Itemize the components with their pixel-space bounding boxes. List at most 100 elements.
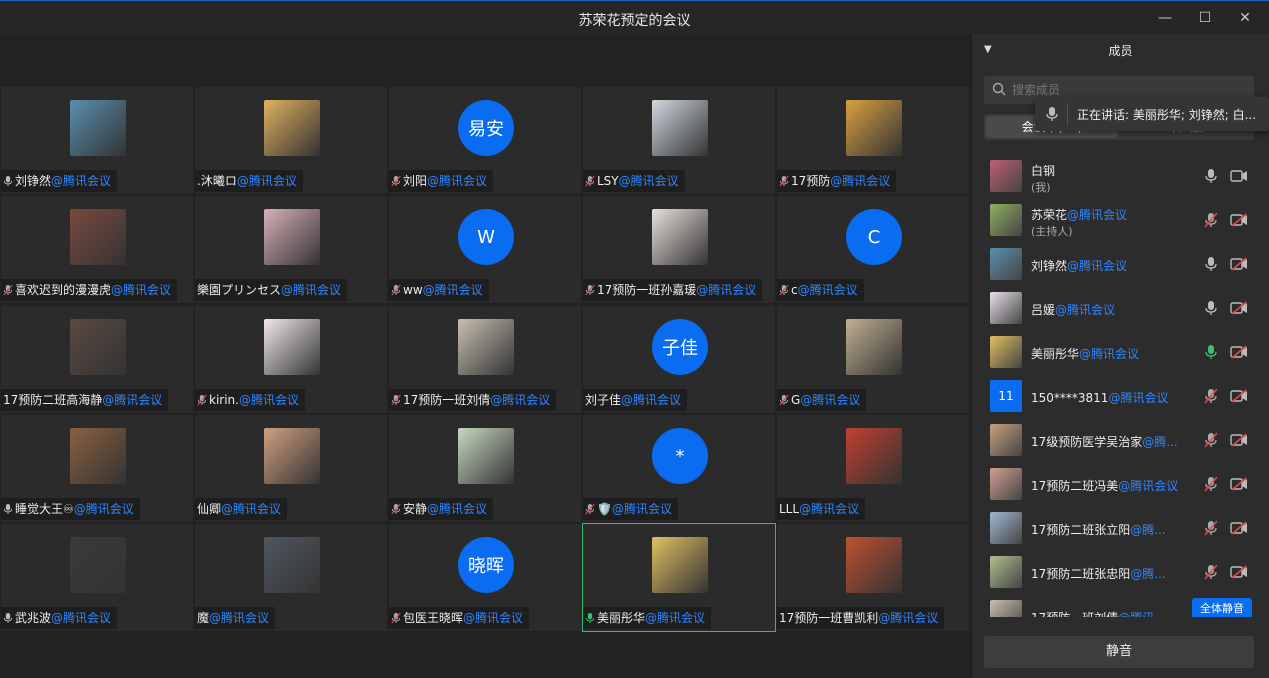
camera-icon[interactable] [1230,213,1248,227]
video-tile[interactable]: 17预防一班曹凯利@腾讯会议 [776,523,970,632]
video-tile[interactable]: Cc@腾讯会议 [776,195,970,304]
avatar [70,428,126,484]
video-tile[interactable]: LSY@腾讯会议 [582,86,776,195]
maximize-icon[interactable]: ☐ [1196,9,1214,27]
avatar [652,209,708,265]
org-suffix: @腾讯会议 [830,174,891,188]
camera-icon[interactable] [1230,433,1248,447]
mic-icon[interactable] [1204,300,1218,316]
mic-icon[interactable] [1204,256,1218,272]
camera-icon[interactable] [1230,169,1248,183]
video-grid: 刘铮然@腾讯会议 .沐曦ロ@腾讯会议 易安 刘阳@腾讯会议 LSY@腾讯会议 17预防@腾… [0,86,970,632]
member-row[interactable]: 11 150****3811@腾讯会议 [972,374,1269,418]
mic-icon[interactable] [1204,168,1218,184]
title-bar: 苏荣花预定的会议 — ☐ ✕ [0,0,1269,34]
close-icon[interactable]: ✕ [1236,9,1254,27]
camera-icon[interactable] [1230,389,1248,403]
camera-icon[interactable] [1230,301,1248,315]
member-row[interactable]: 17预防二班张忠阳@腾... [972,550,1269,594]
video-tile[interactable]: 17预防一班刘倩@腾讯会议 [388,305,582,414]
video-tile[interactable]: Www@腾讯会议 [388,195,582,304]
camera-icon[interactable] [1230,477,1248,491]
camera-icon[interactable] [1230,521,1248,535]
participant-label: 刘子佳@腾讯会议 [583,389,688,411]
avatar [990,248,1022,280]
participant-label: 樂園プリンセス@腾讯会议 [195,279,348,301]
video-tile[interactable]: 17预防@腾讯会议 [776,86,970,195]
member-name: 美丽彤华@腾讯会议 [1031,345,1181,362]
letter-avatar: 易安 [458,100,514,156]
org-suffix: @腾... [1142,435,1178,449]
video-tile[interactable]: 喜欢迟到的漫漫虎@腾讯会议 [0,195,194,304]
member-row[interactable]: 美丽彤华@腾讯会议 [972,330,1269,374]
mic-icon[interactable] [1204,432,1218,448]
mic-icon[interactable] [1204,564,1218,580]
video-tile[interactable]: 安静@腾讯会议 [388,414,582,523]
video-tile[interactable]: 刘铮然@腾讯会议 [0,86,194,195]
video-tile[interactable]: 17预防二班高海静@腾讯会议 [0,305,194,414]
mute-all-button[interactable]: 静音 [984,636,1254,668]
participant-name: 17预防 [791,174,831,188]
org-suffix: @腾讯会议 [1067,208,1128,222]
participant-label: 17预防一班孙嘉瑗@腾讯会议 [583,279,763,301]
member-row[interactable]: 17预防一班刘倩@腾讯 全体静音 [972,594,1269,617]
participant-name: .沐曦ロ [197,174,237,188]
video-tile[interactable]: 仙卿@腾讯会议 [194,414,388,523]
mic-icon [197,391,207,406]
avatar [70,319,126,375]
mic-icon[interactable] [1204,520,1218,536]
video-tile[interactable]: .沐曦ロ@腾讯会议 [194,86,388,195]
avatar [70,100,126,156]
participant-name: 武兆波 [15,611,52,625]
avatar [652,100,708,156]
participant-label: 喜欢迟到的漫漫虎@腾讯会议 [1,279,178,301]
member-name: 150****3811@腾讯会议 [1031,389,1181,406]
mic-icon[interactable] [1204,344,1218,360]
video-tile[interactable]: kirin.@腾讯会议 [194,305,388,414]
camera-icon[interactable] [1230,257,1248,271]
video-tile[interactable]: 魔@腾讯会议 [194,523,388,632]
video-tile[interactable]: 美丽彤华@腾讯会议 [582,523,776,632]
camera-icon[interactable] [1230,345,1248,359]
video-tile[interactable]: G@腾讯会议 [776,305,970,414]
minimize-icon[interactable]: — [1156,9,1174,27]
video-tile[interactable]: 17预防一班孙嘉瑗@腾讯会议 [582,195,776,304]
mic-icon [585,500,595,515]
member-name-text: 17预防一班刘倩 [1031,611,1118,617]
org-suffix: @腾讯会议 [618,174,679,188]
org-suffix: @腾讯会议 [221,502,282,516]
mic-icon [391,609,401,624]
video-tile[interactable]: 易安 刘阳@腾讯会议 [388,86,582,195]
member-row[interactable]: 刘铮然@腾讯会议 [972,242,1269,286]
org-suffix: @腾讯会议 [490,393,551,407]
member-row[interactable]: 苏荣花@腾讯会议 (主持人) [972,198,1269,242]
member-row[interactable]: 17预防二班张立阳@腾... [972,506,1269,550]
mic-icon[interactable] [1204,212,1218,228]
member-name-text: 17预防二班冯美 [1031,479,1119,493]
video-tile[interactable]: LLL@腾讯会议 [776,414,970,523]
member-row[interactable]: 白钢 (我) [972,154,1269,198]
mic-icon [779,391,789,406]
participant-name: 🛡️ [597,502,612,516]
video-tile[interactable]: 睡觉大王♾@腾讯会议 [0,414,194,523]
video-tile[interactable]: 晓晖 包医王晓晖@腾讯会议 [388,523,582,632]
mic-icon[interactable] [1204,388,1218,404]
avatar [990,468,1022,500]
video-tile[interactable]: 子佳 刘子佳@腾讯会议 [582,305,776,414]
mic-icon[interactable] [1204,476,1218,492]
participant-name: 17预防一班孙嘉瑗 [597,283,697,297]
mic-icon [3,609,13,623]
avatar [846,428,902,484]
member-row[interactable]: 17预防二班冯美@腾讯会议 [972,462,1269,506]
video-tile[interactable]: 武兆波@腾讯会议 [0,523,194,632]
mute-all-members-button[interactable]: 全体静音 [1192,598,1252,617]
video-tile[interactable]: 樂園プリンセス@腾讯会议 [194,195,388,304]
video-tile[interactable]: * 🛡️@腾讯会议 [582,414,776,523]
camera-icon[interactable] [1230,565,1248,579]
avatar [70,209,126,265]
mic-icon [585,281,595,296]
mic-icon [1046,107,1058,121]
member-row[interactable]: 吕媛@腾讯会议 [972,286,1269,330]
participant-label: 仙卿@腾讯会议 [195,498,288,520]
member-row[interactable]: 17级预防医学吴治家@腾... [972,418,1269,462]
